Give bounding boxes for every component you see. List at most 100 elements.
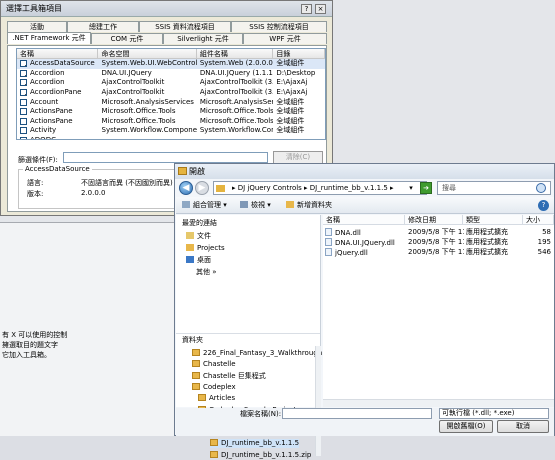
column-namespace[interactable]: 命名空間 — [98, 49, 197, 58]
close-button[interactable]: × — [315, 4, 326, 14]
dll-file-icon — [325, 228, 332, 236]
tab-silverlight-components[interactable]: Silverlight 元件 — [163, 33, 243, 44]
checkbox[interactable] — [20, 98, 27, 106]
component-list[interactable]: 名稱 命名空間 組件名稱 目錄 ✓AccessDataSourceSystem.… — [16, 48, 326, 140]
back-arrow-icon[interactable]: ◀ — [179, 181, 193, 195]
column-type[interactable]: 類型 — [463, 215, 523, 225]
new-folder-icon — [286, 201, 294, 208]
help-button[interactable]: ? — [301, 4, 312, 14]
favorite-more[interactable]: 其他 » — [196, 268, 217, 277]
cell-asm: DNA.UI.JQuery (1.1.15.... — [199, 68, 273, 77]
chevron-down-icon[interactable]: ▾ — [405, 181, 417, 195]
list-item[interactable]: Account Microsoft.AnalysisServices Microso… — [17, 97, 325, 107]
cell-dir: 全域組件 — [276, 97, 305, 106]
cancel-button[interactable]: 取消 — [497, 420, 549, 433]
open-button[interactable]: 開啟舊檔(O) — [439, 420, 493, 433]
cell-name: Account — [30, 97, 59, 106]
new-folder-button[interactable]: 新增資料夾 — [286, 200, 332, 211]
list-item[interactable]: ✓Accordion AjaxControlToolkit AjaxControlT… — [17, 78, 325, 88]
tab-ssis-dataflow[interactable]: SSIS 資料流程項目 — [139, 21, 231, 32]
folder-icon — [192, 349, 200, 356]
list-item[interactable]: ✓Accordion DNA.UI.JQuery DNA.UI.JQuery (1.… — [17, 69, 325, 79]
file-list: 名稱 修改日期 類型 大小 DNA.dll2009/5/8 下午 11...應用… — [323, 215, 554, 407]
favorite-projects[interactable]: Projects — [186, 244, 225, 253]
help-icon[interactable]: ? — [538, 200, 549, 211]
navigation-pane: 最愛的連結 文件 Projects 桌面 其他 » 資料夾 226_Final_… — [176, 215, 322, 459]
column-name[interactable]: 名稱 — [17, 49, 99, 58]
cell-ns: Microsoft.Office.Tools — [101, 116, 176, 125]
cell-dir: 全域組件 — [276, 107, 305, 116]
organize-label: 組合管理 ▾ — [193, 201, 227, 209]
list-item[interactable]: ActionsPane Microsoft.Office.Tools Microso… — [17, 107, 325, 117]
refresh-icon[interactable]: ➔ — [420, 182, 432, 194]
list-item[interactable]: ✓AccessDataSource System.Web.UI.WebContro… — [17, 59, 325, 69]
tree-item[interactable]: Chastelle 巨集程式 — [192, 371, 266, 381]
tree-scrollbar[interactable] — [315, 346, 321, 456]
tree-item[interactable]: 226_Final_Fantasy_3_Walkthrough — [192, 349, 322, 358]
file-type: 應用程式擴充 — [466, 238, 508, 246]
search-icon[interactable] — [536, 183, 546, 193]
cell-dir: 全域組件 — [276, 116, 305, 125]
cell-asm: System.Web (2.0.0.0) — [199, 59, 274, 68]
address-bar[interactable]: ▸ DJ jQuery Controls ▸ DJ_runtime_bb_v.1… — [213, 181, 427, 195]
folders-header[interactable]: 資料夾 — [176, 333, 320, 345]
checkbox[interactable]: ✓ — [20, 89, 27, 97]
list-item[interactable]: ✓AccordionPane AjaxControlToolkit AjaxCont… — [17, 88, 325, 98]
column-size[interactable]: 大小 — [523, 215, 554, 225]
organize-button[interactable]: 組合管理 ▾ — [182, 200, 227, 211]
column-modified-date[interactable]: 修改日期 — [405, 215, 463, 225]
checkbox[interactable] — [20, 108, 27, 116]
checkbox[interactable]: ✓ — [20, 60, 27, 68]
cell-ns: Microsoft.AnalysisServices — [101, 97, 194, 106]
tree-item-label: Chastelle 巨集程式 — [203, 371, 266, 380]
cell-name: ActionsPane — [30, 107, 73, 116]
tab-com-components[interactable]: COM 元件 — [91, 33, 163, 44]
cell-asm: System.Workflow.Comp... — [199, 126, 273, 135]
tab-ssis-controlflow[interactable]: SSIS 控制流程項目 — [231, 21, 327, 32]
checkbox[interactable] — [20, 127, 27, 135]
list-item[interactable]: Activity System.Workflow.ComponentM...Sys… — [17, 126, 325, 136]
file-list-header: 名稱 修改日期 類型 大小 — [323, 215, 554, 225]
favorites-header: 最愛的連結 — [182, 219, 217, 227]
version-value: 2.0.0.0 — [81, 189, 106, 197]
favorite-label: 文件 — [197, 232, 211, 240]
dialog-title: 開啟 — [175, 164, 554, 179]
list-header: 名稱 命名空間 組件名稱 目錄 — [17, 49, 325, 59]
list-item[interactable]: ActionsPane Microsoft.Office.Tools Microso… — [17, 117, 325, 127]
column-directory[interactable]: 目錄 — [273, 49, 325, 58]
file-list-scrollbar[interactable] — [323, 399, 554, 407]
tab-wpf-components[interactable]: WPF 元件 — [243, 33, 327, 44]
tree-item[interactable]: Codeplex — [192, 382, 236, 392]
tab-dotnet-components[interactable]: .NET Framework 元件 — [7, 32, 91, 44]
checkbox[interactable]: ✓ — [20, 69, 27, 77]
cell-asm: Microsoft.Office.Tools.... — [199, 107, 274, 116]
checkbox[interactable] — [20, 137, 27, 139]
file-name: DNA.UI.JQuery.dll — [325, 238, 405, 248]
tree-item[interactable]: DJ_runtime_bb_v.1.1.5.zip — [210, 450, 311, 460]
search-input[interactable]: 搜尋 — [437, 181, 551, 195]
cell-dir: 全域組件 — [276, 59, 305, 68]
tree-item[interactable]: DJ_runtime_bb_v.1.1.5 — [210, 439, 300, 449]
filename-input[interactable] — [282, 408, 432, 419]
views-button[interactable]: 檢視 ▾ — [240, 200, 271, 211]
checkbox[interactable] — [20, 117, 27, 125]
cell-name: Accordion — [30, 78, 65, 87]
filetype-select[interactable]: 可執行檔 (*.dll; *.exe) — [439, 408, 549, 419]
filename-label: 檔案名稱(N): — [240, 410, 282, 418]
organize-icon — [182, 201, 190, 208]
column-file-name[interactable]: 名稱 — [323, 215, 405, 225]
favorite-desktop[interactable]: 桌面 — [186, 256, 211, 265]
tree-item[interactable]: Articles — [198, 394, 235, 403]
favorite-documents[interactable]: 文件 — [186, 232, 211, 241]
checkbox[interactable]: ✓ — [20, 79, 27, 87]
file-date: 2009/5/8 下午 11... — [408, 248, 464, 256]
dialog-title: 選擇工具箱項目 — [1, 1, 332, 17]
list-item[interactable]: ADODC — [17, 136, 325, 139]
column-assembly[interactable]: 組件名稱 — [197, 49, 274, 58]
forward-arrow-icon[interactable]: ▶ — [195, 181, 209, 195]
file-type: 應用程式擴充 — [466, 228, 508, 236]
filter-input[interactable] — [63, 152, 268, 163]
tab-workflow[interactable]: 總建工作 — [67, 21, 139, 32]
tab-activities[interactable]: 活動 — [7, 21, 67, 32]
tree-item[interactable]: Chastelle — [192, 360, 236, 369]
